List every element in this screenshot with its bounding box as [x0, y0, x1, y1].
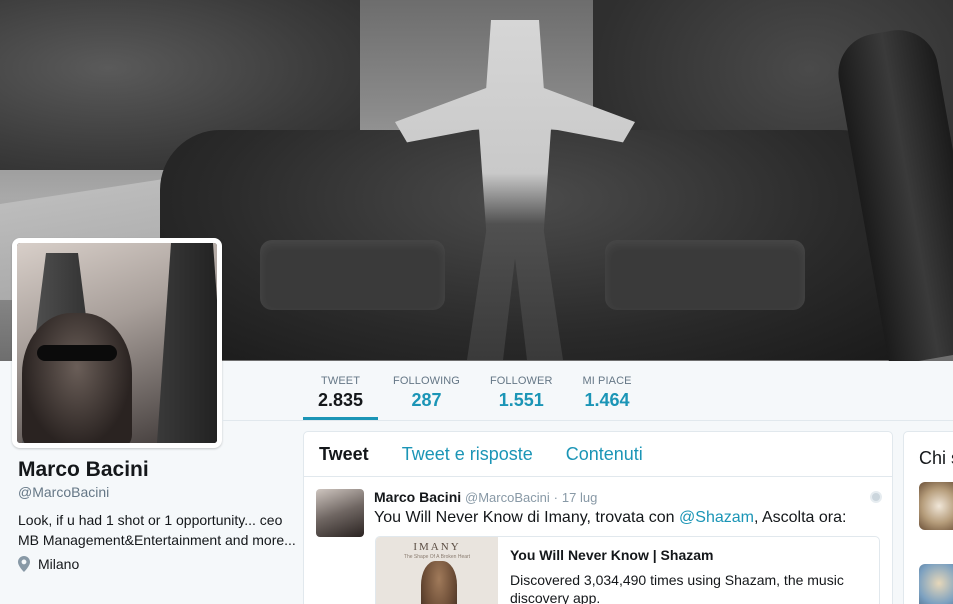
- profile-location: Milano: [18, 556, 298, 572]
- profile-avatar[interactable]: [12, 238, 222, 448]
- tweet-time[interactable]: 17 lug: [562, 490, 597, 505]
- tweet-more-icon[interactable]: [870, 491, 882, 503]
- sidebar-title: Chi s: [919, 448, 953, 468]
- profile-bio: Look, if u had 1 shot or 1 opportunity..…: [18, 512, 296, 548]
- banner-cushion: [260, 240, 445, 310]
- stat-value: 2.835: [318, 390, 364, 410]
- tab-contenuti[interactable]: Contenuti: [566, 444, 643, 465]
- tweet-text: You Will Never Know di Imany, trovata co…: [374, 509, 877, 527]
- profile-handle[interactable]: @MarcoBacini: [18, 484, 298, 500]
- avatar-sunglasses: [37, 345, 117, 361]
- tweet-author[interactable]: Marco Bacini: [374, 489, 461, 505]
- tweet-text-part: , Ascolta ora:: [753, 509, 847, 526]
- suggested-user-avatar[interactable]: [919, 482, 953, 530]
- album-subtitle-text: The Shape Of A Broken Heart: [403, 554, 471, 560]
- profile-card: Marco Bacini @MarcoBacini Look, if u had…: [18, 458, 298, 572]
- stat-label: MI PIACE: [582, 375, 632, 387]
- stat-follower[interactable]: FOLLOWER 1.551: [475, 361, 568, 421]
- banner-cushion: [605, 240, 805, 310]
- location-text: Milano: [38, 556, 80, 572]
- suggested-user-avatar[interactable]: [919, 564, 953, 604]
- stat-tweet[interactable]: TWEET 2.835: [303, 361, 379, 421]
- profile-stats: TWEET 2.835 FOLLOWING 287 FOLLOWER 1.551…: [303, 361, 647, 421]
- tweet-link-card[interactable]: IMANY The Shape Of A Broken Heart You Wi…: [375, 536, 880, 604]
- tab-tweet-e-risposte[interactable]: Tweet e risposte: [402, 444, 533, 465]
- stat-following[interactable]: FOLLOWING 287: [378, 361, 475, 421]
- stat-value: 1.551: [498, 390, 544, 410]
- stat-value: 1.464: [584, 390, 630, 410]
- timeline-tabs: Tweet Tweet e risposte Contenuti: [304, 432, 892, 477]
- tweet-mention-link[interactable]: @Shazam: [679, 509, 754, 526]
- stat-mi-piace[interactable]: MI PIACE 1.464: [567, 361, 646, 421]
- tweet-header: Marco Bacini @MarcoBacini · 17 lug: [374, 489, 877, 505]
- tweet-avatar[interactable]: [316, 489, 364, 537]
- stat-value: 287: [411, 390, 442, 410]
- album-artist-text: IMANY: [413, 541, 461, 553]
- card-description: Discovered 3,034,490 times using Shazam,…: [510, 572, 844, 604]
- profile-name[interactable]: Marco Bacini: [18, 458, 298, 482]
- stat-label: FOLLOWER: [489, 375, 553, 387]
- tweet-text-part: You Will Never Know di Imany, trovata co…: [374, 509, 680, 526]
- location-pin-icon: [18, 556, 30, 572]
- card-body: You Will Never Know | Shazam Discovered …: [498, 537, 879, 604]
- stat-label: FOLLOWING: [393, 375, 460, 387]
- tweet-handle[interactable]: @MarcoBacini: [465, 490, 550, 505]
- tweet-item[interactable]: Marco Bacini @MarcoBacini · 17 lug You W…: [304, 477, 892, 604]
- stats-divider: [222, 420, 953, 421]
- album-singer: [421, 561, 457, 604]
- stat-label: TWEET: [321, 375, 361, 387]
- tweet-separator: ·: [553, 490, 558, 505]
- card-title: You Will Never Know | Shazam: [510, 547, 714, 563]
- card-album-image: IMANY The Shape Of A Broken Heart: [376, 537, 498, 604]
- avatar-face: [22, 313, 132, 443]
- timeline: Tweet Tweet e risposte Contenuti Marco B…: [303, 431, 893, 604]
- tab-tweet[interactable]: Tweet: [319, 444, 369, 465]
- sidebar-who-to-follow: Chi s: [903, 431, 953, 604]
